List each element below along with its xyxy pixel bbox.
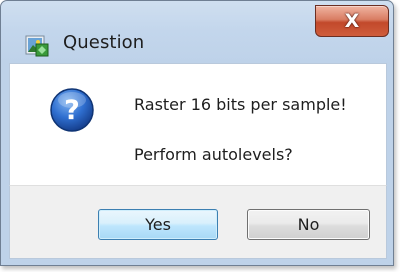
- dialog-window: Question X ? Raster 16 bits per sample! …: [0, 0, 394, 266]
- message-line-2: Perform autolevels?: [134, 145, 293, 164]
- yes-button[interactable]: Yes: [98, 209, 218, 240]
- app-icon: [25, 35, 49, 57]
- title-bar[interactable]: Question X: [1, 1, 393, 63]
- message-area: ? Raster 16 bits per sample! Perform aut…: [9, 63, 387, 185]
- window-title: Question: [63, 32, 145, 53]
- question-icon: ?: [50, 88, 94, 132]
- svg-text:?: ?: [64, 95, 80, 126]
- button-bar: Yes No: [9, 185, 387, 259]
- close-button[interactable]: X: [315, 5, 389, 37]
- close-icon: X: [344, 10, 360, 32]
- no-button[interactable]: No: [247, 209, 370, 240]
- message-line-1: Raster 16 bits per sample!: [134, 95, 347, 114]
